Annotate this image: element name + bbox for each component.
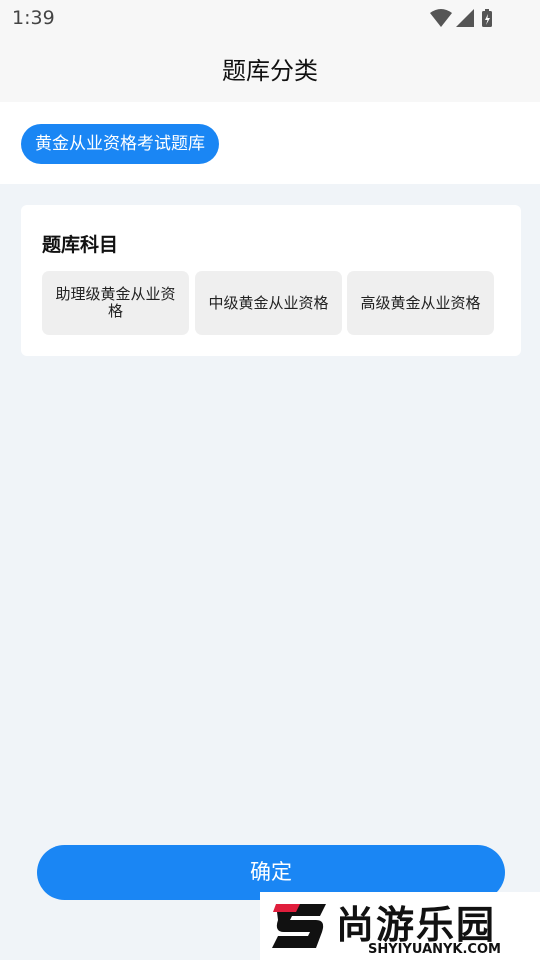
subject-card: 题库科目 助理级黄金从业资格 中级黄金从业资格 高级黄金从业资格 [21, 205, 521, 356]
subject-option-intermediate[interactable]: 中级黄金从业资格 [195, 271, 342, 335]
subject-section-title: 题库科目 [42, 234, 119, 256]
subject-option-senior[interactable]: 高级黄金从业资格 [347, 271, 494, 335]
category-bar: 黄金从业资格考试题库 [0, 102, 540, 184]
signal-icon [456, 9, 474, 27]
header: 题库分类 [0, 36, 540, 102]
status-icons [430, 8, 500, 28]
watermark-name: 尚游乐园 [336, 903, 497, 947]
wifi-icon [430, 9, 452, 27]
watermark: 尚游乐园 SHYIYUANYK.COM [260, 892, 540, 960]
subject-option-assistant[interactable]: 助理级黄金从业资格 [42, 271, 189, 335]
watermark-logo-icon [272, 904, 326, 948]
category-chip-selected[interactable]: 黄金从业资格考试题库 [21, 124, 219, 164]
watermark-domain: SHYIYUANYK.COM [368, 942, 501, 957]
status-time: 1:39 [12, 7, 55, 29]
status-bar: 1:39 [0, 0, 540, 36]
page-title: 题库分类 [222, 57, 318, 85]
